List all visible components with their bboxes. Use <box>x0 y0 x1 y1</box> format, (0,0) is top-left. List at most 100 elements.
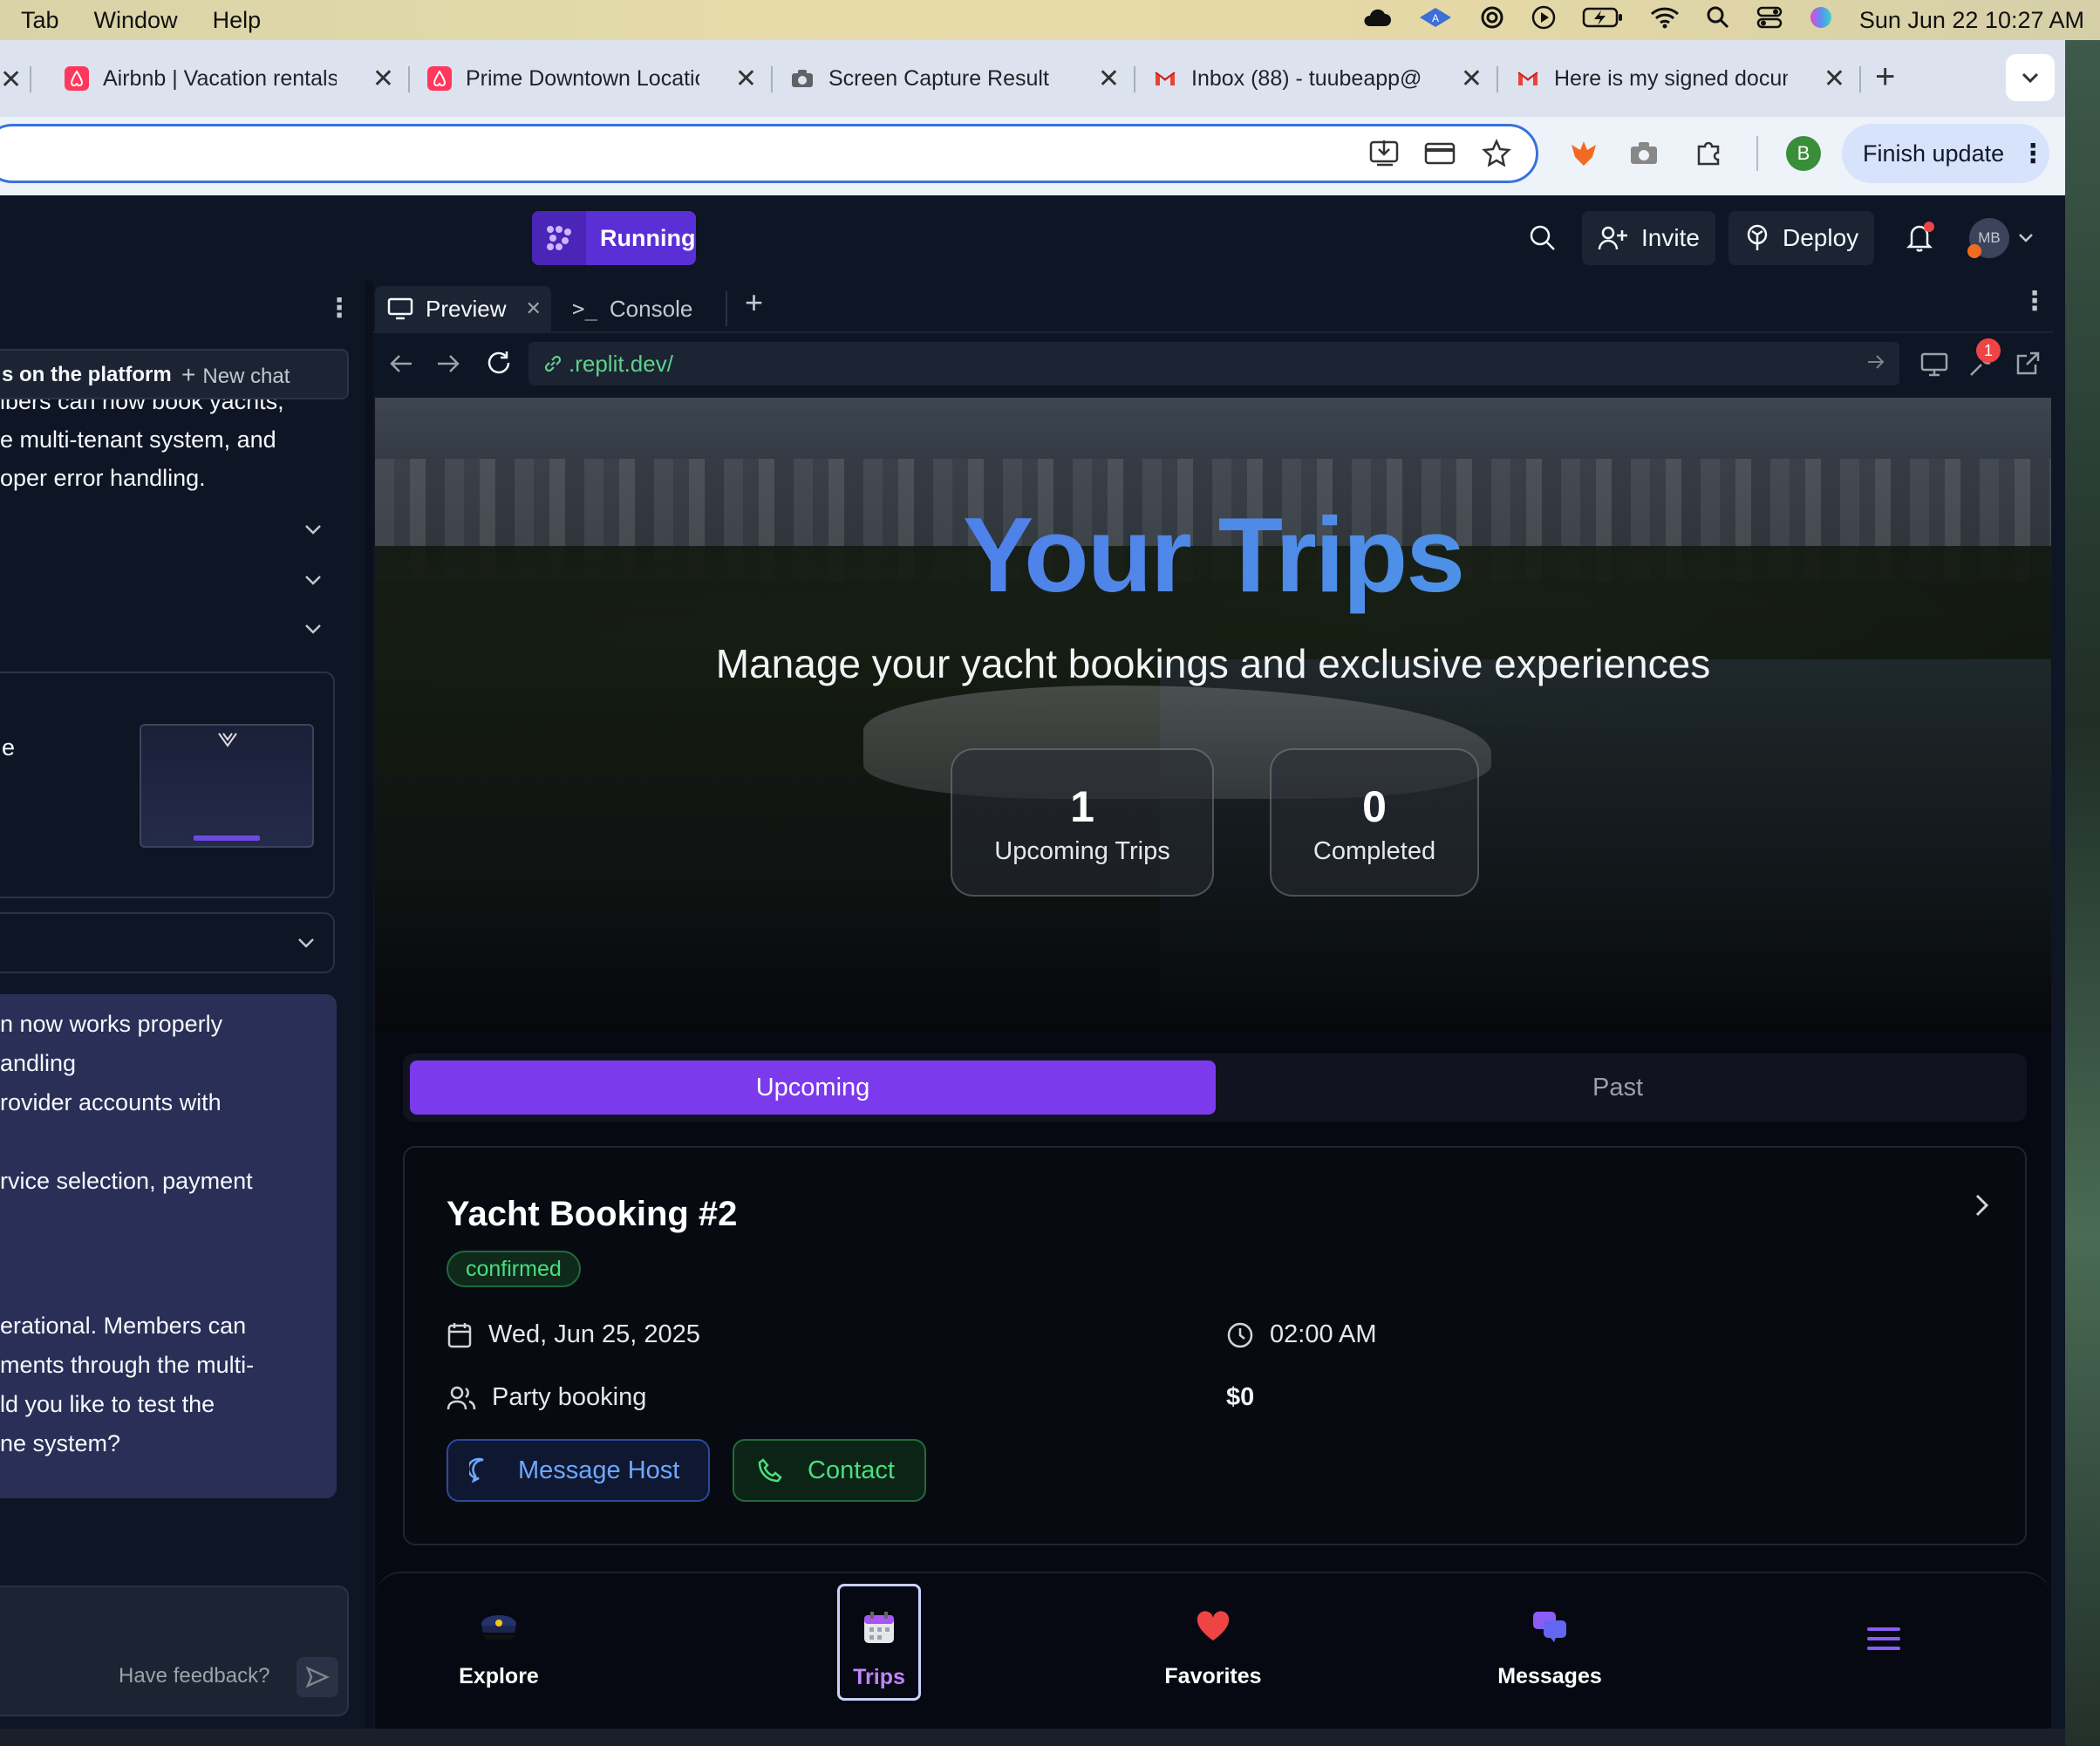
camera-extension-icon[interactable] <box>1629 140 1659 170</box>
bookmark-star-icon[interactable] <box>1482 138 1511 173</box>
tab-upcoming[interactable]: Upcoming <box>410 1061 1216 1115</box>
extension-fox-icon[interactable] <box>1568 138 1599 174</box>
nav-menu[interactable] <box>1840 1573 1927 1729</box>
more-vertical-icon[interactable]: ⋮ <box>326 293 352 324</box>
tab-past[interactable]: Past <box>1216 1061 2020 1115</box>
more-vertical-icon[interactable]: ⋮ <box>2022 286 2048 317</box>
forward-arrow-icon[interactable] <box>436 352 460 379</box>
chevron-down-icon[interactable] <box>303 617 323 640</box>
search-icon[interactable] <box>1528 223 1558 257</box>
nav-explore[interactable]: Explore <box>438 1573 560 1729</box>
message-host-button[interactable]: Message Host <box>447 1439 710 1502</box>
device-preview-icon[interactable] <box>1920 352 1948 381</box>
message-host-label: Message Host <box>518 1456 680 1484</box>
url-input[interactable]: .replit.dev/ <box>528 342 1899 385</box>
screenshot-card[interactable]: e <box>0 672 335 898</box>
invite-button[interactable]: Invite <box>1582 211 1715 265</box>
tab-title: Prime Downtown Location <box>466 65 699 91</box>
install-app-icon[interactable] <box>1368 139 1401 173</box>
go-arrow-icon[interactable] <box>1866 351 1885 378</box>
collapsed-section[interactable] <box>0 912 335 973</box>
phone-icon <box>758 1458 782 1483</box>
extensions-puzzle-icon[interactable] <box>1694 138 1723 172</box>
browser-tab-screen-capture[interactable]: Screen Capture Result ✕ <box>790 56 1120 101</box>
contact-button[interactable]: Contact <box>733 1439 926 1502</box>
screenshot-thumbnail[interactable] <box>140 724 314 848</box>
booking-date: Wed, Jun 25, 2025 <box>447 1320 700 1349</box>
creative-cloud-icon[interactable] <box>1479 6 1505 35</box>
menu-help[interactable]: Help <box>213 7 262 34</box>
chat-input-box[interactable]: Have feedback? <box>0 1586 349 1716</box>
new-tab-icon[interactable]: + <box>1875 58 1895 97</box>
chat-header: s on the platform + New chat <box>0 349 349 399</box>
back-arrow-icon[interactable] <box>389 352 413 379</box>
browser-tab-prime-downtown[interactable]: Prime Downtown Location ✕ <box>427 56 757 101</box>
contact-label: Contact <box>808 1456 895 1484</box>
chevron-down-icon[interactable] <box>2018 232 2034 248</box>
profile-avatar[interactable]: B <box>1786 136 1821 171</box>
reload-icon[interactable] <box>485 349 513 381</box>
airbnb-icon <box>65 66 89 91</box>
menu-tab[interactable]: Tab <box>21 7 59 34</box>
close-tab-icon[interactable]: ✕ <box>0 65 22 95</box>
close-tab-icon[interactable]: ✕ <box>735 64 757 94</box>
new-chat-button[interactable]: + New chat <box>181 361 290 389</box>
nav-messages[interactable]: Messages <box>1476 1573 1624 1729</box>
new-chat-label: New chat <box>202 365 290 388</box>
control-center-icon[interactable] <box>1756 5 1783 36</box>
add-tab-icon[interactable]: + <box>745 284 763 321</box>
notifications-bell-icon[interactable] <box>1903 220 1938 259</box>
battery-icon[interactable] <box>1582 6 1624 35</box>
panel-resize-handle[interactable] <box>365 281 373 1746</box>
tab-divider <box>771 66 773 92</box>
open-new-window-icon[interactable] <box>2015 351 2041 381</box>
spotlight-search-icon[interactable] <box>1706 5 1730 36</box>
browser-tab-strip: ✕ Airbnb | Vacation rentals ✕ Prime Down… <box>0 40 2065 117</box>
tab-search-button[interactable] <box>2006 54 2055 101</box>
siri-icon[interactable] <box>1809 5 1833 36</box>
bottom-navigation: Explore Trips Favorites Messages <box>375 1572 2051 1729</box>
close-tab-icon[interactable]: ✕ <box>1098 64 1120 94</box>
menu-window[interactable]: Window <box>94 7 178 34</box>
clock[interactable]: Sun Jun 22 10:27 AM <box>1859 7 2084 34</box>
browser-toolbar: B Finish update ⋮ <box>0 117 2065 195</box>
chevron-right-icon[interactable] <box>1974 1193 1990 1222</box>
deploy-icon <box>1747 224 1768 250</box>
tab-console[interactable]: >_ Console <box>563 286 717 331</box>
terminal-icon: >_ <box>572 297 597 321</box>
vpn-icon[interactable]: A <box>1418 6 1453 35</box>
address-bar[interactable] <box>0 124 1538 183</box>
devtools-badge: 1 <box>1976 338 2001 363</box>
play-icon[interactable] <box>1531 5 1556 36</box>
send-button[interactable] <box>297 1657 338 1697</box>
nav-label: Trips <box>853 1665 905 1689</box>
tab-preview-label: Preview <box>426 295 507 322</box>
browser-tab-gmail-inbox[interactable]: Inbox (88) - tuubeapp@ ✕ <box>1153 56 1483 101</box>
chat-bubbles-icon <box>1476 1605 1624 1648</box>
tab-divider <box>30 66 31 92</box>
wifi-icon[interactable] <box>1650 6 1680 35</box>
close-tab-icon[interactable]: ✕ <box>525 297 541 320</box>
feedback-link[interactable]: Have feedback? <box>119 1664 269 1688</box>
browser-tab-airbnb[interactable]: Airbnb | Vacation rentals ✕ <box>65 56 394 101</box>
nav-favorites[interactable]: Favorites <box>1139 1573 1287 1729</box>
cloud-icon[interactable] <box>1362 7 1392 34</box>
nav-trips[interactable]: Trips <box>837 1584 921 1701</box>
close-tab-icon[interactable]: ✕ <box>1461 64 1483 94</box>
chat-line: rovider accounts with <box>0 1089 222 1115</box>
chevron-down-icon[interactable] <box>303 518 323 541</box>
avatar-status-dot <box>1967 244 1981 258</box>
run-status-button[interactable]: Running <box>532 211 696 265</box>
finish-update-button[interactable]: Finish update ⋮ <box>1842 124 2049 183</box>
close-tab-icon[interactable]: ✕ <box>1824 64 1845 94</box>
card-icon[interactable] <box>1424 140 1456 171</box>
toolbar-divider <box>1756 136 1758 171</box>
chevron-down-icon[interactable] <box>303 569 323 591</box>
svg-text:A: A <box>1432 12 1439 24</box>
tab-preview[interactable]: Preview ✕ <box>375 286 551 331</box>
browser-tab-signed-document[interactable]: Here is my signed document ✕ <box>1516 56 1845 101</box>
booking-card[interactable]: Yacht Booking #2 confirmed Wed, Jun 25, … <box>403 1146 2027 1545</box>
url-text: .replit.dev/ <box>569 350 673 377</box>
close-tab-icon[interactable]: ✕ <box>372 64 394 94</box>
deploy-button[interactable]: Deploy <box>1728 211 1875 265</box>
